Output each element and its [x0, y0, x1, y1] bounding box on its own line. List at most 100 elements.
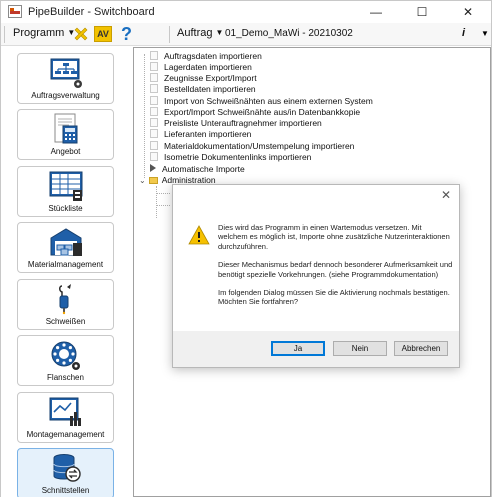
document-icon — [150, 107, 158, 116]
toolbar: Programm ▼ AV ? Auftrag ▼ 01_Demo_MaWi - 2… — [1, 23, 491, 46]
maximize-icon: ☐ — [416, 5, 428, 19]
tree-item[interactable]: Isometrie Dokumentenlinks importieren — [150, 152, 311, 163]
help-button[interactable]: ? — [121, 23, 132, 45]
window-title: PipeBuilder - Switchboard — [28, 6, 155, 18]
tree-item-label: Lagerdaten importieren — [164, 62, 252, 72]
document-icon — [150, 96, 158, 105]
help-icon: ? — [121, 24, 132, 44]
warehouse-icon — [50, 228, 82, 256]
dialog-paragraph: Dies wird das Programm in einen Wartemod… — [218, 223, 450, 251]
sidebar-item-label: Stückliste — [48, 204, 83, 213]
order-management-icon — [50, 58, 82, 88]
tree-item[interactable]: Auftragsdaten importieren — [150, 51, 262, 62]
tree-item[interactable]: Zeugnisse Export/Import — [150, 73, 257, 84]
tree-item-label: Export/Import Schweißnähte aus/in Datenb… — [164, 107, 361, 117]
tree-item[interactable]: Materialdokumentation/Umstempelung impor… — [150, 141, 354, 152]
document-icon — [150, 152, 158, 161]
av-button[interactable]: AV — [94, 26, 112, 42]
tree-guide-line — [156, 193, 170, 194]
sidebar-item-label: Auftragsverwaltung — [31, 91, 100, 100]
document-icon — [150, 62, 158, 71]
sidebar-item-label: Montagemanagement — [26, 430, 105, 439]
collapse-arrow-icon[interactable]: ⌄ — [139, 176, 146, 185]
tree-item-label: Zeugnisse Export/Import — [164, 73, 257, 83]
tree-item[interactable]: Export/Import Schweißnähte aus/in Datenb… — [150, 107, 360, 118]
programm-menu[interactable]: Programm ▼ — [13, 27, 75, 39]
tree-item-label: Lieferanten importieren — [164, 129, 252, 139]
sidebar-item-angebot[interactable]: Angebot — [17, 109, 114, 160]
sidebar-item-label: Flanschen — [47, 373, 84, 382]
tree-item[interactable]: Preisliste Unterauftragnehmer importiere… — [150, 118, 322, 129]
sidebar-item-flanschen[interactable]: Flanschen — [17, 335, 114, 386]
tree-item[interactable]: Import von Schweißnähten aus einem exter… — [150, 96, 373, 107]
sidebar-item-materialmanagement[interactable]: Materialmanagement — [17, 222, 114, 273]
maximize-button[interactable]: ☐ — [399, 1, 445, 23]
tree-item[interactable]: Lagerdaten importieren — [150, 62, 252, 73]
tree-item-label: Bestelldaten importieren — [164, 84, 256, 94]
welding-icon — [58, 284, 71, 315]
tree-guide-line — [144, 54, 145, 178]
dialog-message: Dies wird das Programm in einen Wartemod… — [218, 223, 453, 316]
auftrag-menu[interactable]: Auftrag ▼ — [177, 27, 223, 39]
bill-of-materials-icon — [49, 171, 82, 201]
assembly-chart-icon — [49, 397, 81, 426]
tree-item[interactable]: Bestelldaten importieren — [150, 84, 256, 95]
document-icon — [150, 73, 158, 82]
sidebar: Auftragsverwaltung Angebot Stückliste Ma… — [1, 47, 133, 497]
toolbar-grip — [4, 26, 5, 43]
flange-icon — [51, 341, 80, 370]
dialog-close-icon[interactable]: ✕ — [441, 188, 451, 202]
cancel-button-label: Abbrechen — [401, 344, 441, 353]
title-bar: PipeBuilder - Switchboard — ☐ ✕ — [1, 1, 491, 23]
info-icon[interactable]: i — [462, 27, 465, 39]
toolbar-separator — [169, 26, 170, 43]
tree-item[interactable]: Lieferanten importieren — [150, 129, 251, 140]
warning-icon — [188, 225, 210, 245]
tree-guide-line — [156, 186, 157, 218]
calculator-icon — [54, 113, 77, 144]
tree-item-label: Preisliste Unterauftragnehmer importiere… — [164, 118, 322, 128]
sidebar-item-schweissen[interactable]: Schweißen — [17, 279, 114, 330]
interfaces-icon — [53, 454, 81, 482]
document-icon — [150, 141, 158, 150]
cross-tools-icon[interactable] — [73, 26, 89, 42]
sidebar-item-label: Materialmanagement — [27, 260, 104, 269]
minimize-icon: — — [370, 5, 382, 19]
minimize-button[interactable]: — — [353, 1, 399, 23]
document-icon — [150, 118, 158, 127]
yes-button[interactable]: Ja — [271, 341, 325, 356]
tree-item-label: Materialdokumentation/Umstempelung impor… — [164, 141, 355, 151]
yes-button-label: Ja — [293, 344, 303, 353]
sidebar-item-montagemanagement[interactable]: Montagemanagement — [17, 392, 114, 443]
tree-item-label: Auftragsdaten importieren — [164, 51, 262, 61]
close-icon: ✕ — [462, 5, 474, 19]
tree-guide-line — [156, 205, 170, 206]
document-icon — [150, 84, 158, 93]
av-label: AV — [97, 29, 109, 39]
sidebar-item-label: Schweißen — [45, 317, 86, 326]
folder-icon — [148, 177, 158, 184]
sidebar-item-label: Angebot — [50, 147, 81, 156]
overflow-arrow-icon[interactable]: ▼ — [481, 29, 489, 38]
sidebar-item-stueckliste[interactable]: Stückliste — [17, 166, 114, 217]
app-window: PipeBuilder - Switchboard — ☐ ✕ Programm… — [0, 0, 492, 497]
tree-item-label: Import von Schweißnähten aus einem exter… — [164, 96, 373, 106]
sidebar-item-schnittstellen[interactable]: Schnittstellen — [17, 448, 114, 497]
dialog-paragraph: Im folgenden Dialog müssen Sie die Aktiv… — [218, 288, 450, 307]
document-icon — [150, 129, 158, 138]
confirmation-dialog: ✕ Dies wird das Programm in einen Wartem… — [172, 184, 460, 368]
current-order-value: 01_Demo_MaWi - 20210302 — [225, 28, 353, 39]
dialog-paragraph: Dieser Mechanismus bedarf dennoch besond… — [218, 260, 453, 279]
tree-item-label: Isometrie Dokumentenlinks importieren — [164, 152, 312, 162]
sidebar-item-auftragsverwaltung[interactable]: Auftragsverwaltung — [17, 53, 114, 104]
tree-node-label: Automatische Importe — [162, 164, 245, 174]
expand-arrow-icon[interactable] — [150, 164, 156, 172]
app-logo-icon — [8, 5, 22, 18]
auftrag-menu-label: Auftrag — [177, 27, 213, 39]
close-button[interactable]: ✕ — [445, 1, 491, 23]
no-button[interactable]: Nein — [333, 341, 387, 356]
tree-node-automatische-importe[interactable]: Automatische Importe — [150, 164, 245, 175]
dialog-button-bar: Ja Nein Abbrechen — [173, 331, 459, 367]
document-icon — [150, 51, 158, 60]
cancel-button[interactable]: Abbrechen — [394, 341, 448, 356]
